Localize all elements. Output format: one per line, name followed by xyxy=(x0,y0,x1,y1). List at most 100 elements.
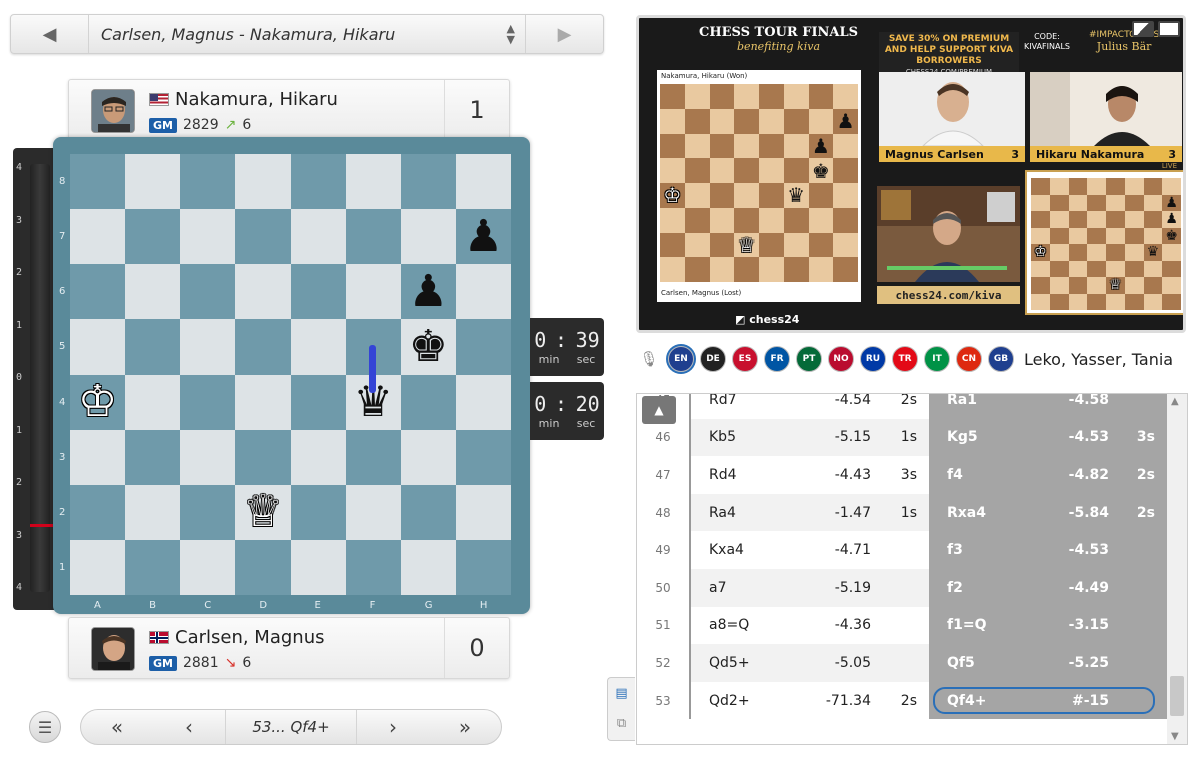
piece-g6[interactable]: ♟ xyxy=(401,264,456,319)
square-c5[interactable] xyxy=(180,319,236,375)
square-g6[interactable]: ♟ xyxy=(400,264,456,320)
square-b6[interactable] xyxy=(125,264,181,320)
square-a3[interactable] xyxy=(70,429,126,485)
piece-g5[interactable]: ♚ xyxy=(401,319,456,374)
square-d1[interactable] xyxy=(235,539,291,595)
previous-move-button[interactable]: ‹ xyxy=(153,710,225,744)
notation-tab-icon[interactable]: ▤ xyxy=(608,678,635,708)
square-f6[interactable] xyxy=(345,264,401,320)
square-a5[interactable] xyxy=(70,319,126,375)
scroll-up-button[interactable]: ▲ xyxy=(642,396,676,424)
square-c4[interactable] xyxy=(180,374,236,430)
square-b8[interactable] xyxy=(125,154,181,210)
square-d8[interactable] xyxy=(235,154,291,210)
square-h1[interactable] xyxy=(455,539,511,595)
player-name[interactable]: Nakamura, Hikaru xyxy=(175,89,338,110)
square-b5[interactable] xyxy=(125,319,181,375)
white-move[interactable]: Rd7 -4.54 2s xyxy=(691,394,929,419)
chat-tab-icon[interactable]: ⧉ xyxy=(608,708,635,738)
square-a6[interactable] xyxy=(70,264,126,320)
language-cn-flag-icon[interactable]: CN xyxy=(956,346,982,372)
black-move[interactable]: Ra1 -4.58 xyxy=(929,394,1169,419)
language-pt-flag-icon[interactable]: PT xyxy=(796,346,822,372)
square-a2[interactable] xyxy=(70,484,126,540)
square-f2[interactable] xyxy=(345,484,401,540)
square-h4[interactable] xyxy=(455,374,511,430)
white-move[interactable]: Kxa4 -4.71 xyxy=(691,531,929,569)
black-move[interactable]: Kg5 -4.53 3s xyxy=(929,418,1169,457)
square-d6[interactable] xyxy=(235,264,291,320)
scrollbar-thumb[interactable] xyxy=(1170,676,1184,716)
square-h6[interactable] xyxy=(455,264,511,320)
square-g4[interactable] xyxy=(400,374,456,430)
language-fr-flag-icon[interactable]: FR xyxy=(764,346,790,372)
piece-h7[interactable]: ♟ xyxy=(456,209,511,264)
square-h7[interactable]: ♟ xyxy=(455,209,511,265)
square-e3[interactable] xyxy=(290,429,346,485)
popout-icon[interactable] xyxy=(1132,21,1154,37)
game-selector[interactable]: ◀ Carlsen, Magnus - Nakamura, Hikaru ▲ ▼ … xyxy=(10,14,604,54)
white-move[interactable]: Rd4 -4.43 3s xyxy=(691,456,929,494)
square-f7[interactable] xyxy=(345,209,401,265)
language-no-flag-icon[interactable]: NO xyxy=(828,346,854,372)
black-move[interactable]: Rxa4 -5.84 2s xyxy=(929,493,1169,532)
last-move-button[interactable]: » xyxy=(429,710,501,744)
game-dropdown[interactable]: Carlsen, Magnus - Nakamura, Hikaru ▲ ▼ xyxy=(89,15,525,53)
move-list[interactable]: ▲ 45Rd7-4.542sRa1-4.5846Kb5-5.151sKg5-4.… xyxy=(636,393,1188,745)
square-b7[interactable] xyxy=(125,209,181,265)
scrollbar[interactable]: ▲ ▼ xyxy=(1167,394,1187,744)
square-b2[interactable] xyxy=(125,484,181,540)
square-d3[interactable] xyxy=(235,429,291,485)
square-g1[interactable] xyxy=(400,539,456,595)
language-gb-flag-icon[interactable]: GB xyxy=(988,346,1014,372)
language-de-flag-icon[interactable]: DE xyxy=(700,346,726,372)
square-f8[interactable] xyxy=(345,154,401,210)
square-e1[interactable] xyxy=(290,539,346,595)
square-e2[interactable] xyxy=(290,484,346,540)
chess-board[interactable]: ♟ ♟ ♚ ♔ ♛ ♕ xyxy=(70,154,511,595)
fullscreen-icon[interactable] xyxy=(1158,21,1180,37)
square-d4[interactable] xyxy=(235,374,291,430)
square-e5[interactable] xyxy=(290,319,346,375)
black-move[interactable]: f1=Q -3.15 xyxy=(929,606,1169,645)
square-e7[interactable] xyxy=(290,209,346,265)
square-h2[interactable] xyxy=(455,484,511,540)
square-h3[interactable] xyxy=(455,429,511,485)
square-c8[interactable] xyxy=(180,154,236,210)
white-move[interactable]: Qd2+ -71.34 2s xyxy=(691,681,929,720)
square-e4[interactable] xyxy=(290,374,346,430)
next-move-button[interactable]: › xyxy=(357,710,429,744)
next-game-button[interactable]: ▶ xyxy=(525,15,603,53)
language-tr-flag-icon[interactable]: TR xyxy=(892,346,918,372)
square-c2[interactable] xyxy=(180,484,236,540)
square-b3[interactable] xyxy=(125,429,181,485)
scroll-up-icon[interactable]: ▲ xyxy=(1171,396,1179,407)
piece-a4[interactable]: ♔ xyxy=(70,375,125,430)
square-c3[interactable] xyxy=(180,429,236,485)
menu-button[interactable]: ☰ xyxy=(29,711,61,743)
black-move[interactable]: f3 -4.53 xyxy=(929,531,1169,569)
square-c1[interactable] xyxy=(180,539,236,595)
square-f3[interactable] xyxy=(345,429,401,485)
black-move[interactable]: f4 -4.82 2s xyxy=(929,456,1169,494)
white-move[interactable]: a8=Q -4.36 xyxy=(691,606,929,645)
square-d7[interactable] xyxy=(235,209,291,265)
square-a1[interactable] xyxy=(70,539,126,595)
black-move[interactable]: Qf5 -5.25 xyxy=(929,644,1169,682)
white-move[interactable]: Kb5 -5.15 1s xyxy=(691,418,929,457)
language-it-flag-icon[interactable]: IT xyxy=(924,346,950,372)
square-a8[interactable] xyxy=(70,154,126,210)
scroll-down-icon[interactable]: ▼ xyxy=(1171,731,1179,742)
piece-d2[interactable]: ♕ xyxy=(235,485,290,540)
square-g5[interactable]: ♚ xyxy=(400,319,456,375)
square-f1[interactable] xyxy=(345,539,401,595)
square-g7[interactable] xyxy=(400,209,456,265)
language-ru-flag-icon[interactable]: RU xyxy=(860,346,886,372)
square-b1[interactable] xyxy=(125,539,181,595)
square-e8[interactable] xyxy=(290,154,346,210)
square-a7[interactable] xyxy=(70,209,126,265)
square-d2[interactable]: ♕ xyxy=(235,484,291,540)
square-e6[interactable] xyxy=(290,264,346,320)
white-move[interactable]: Ra4 -1.47 1s xyxy=(691,493,929,532)
player-name[interactable]: Carlsen, Magnus xyxy=(175,627,324,648)
